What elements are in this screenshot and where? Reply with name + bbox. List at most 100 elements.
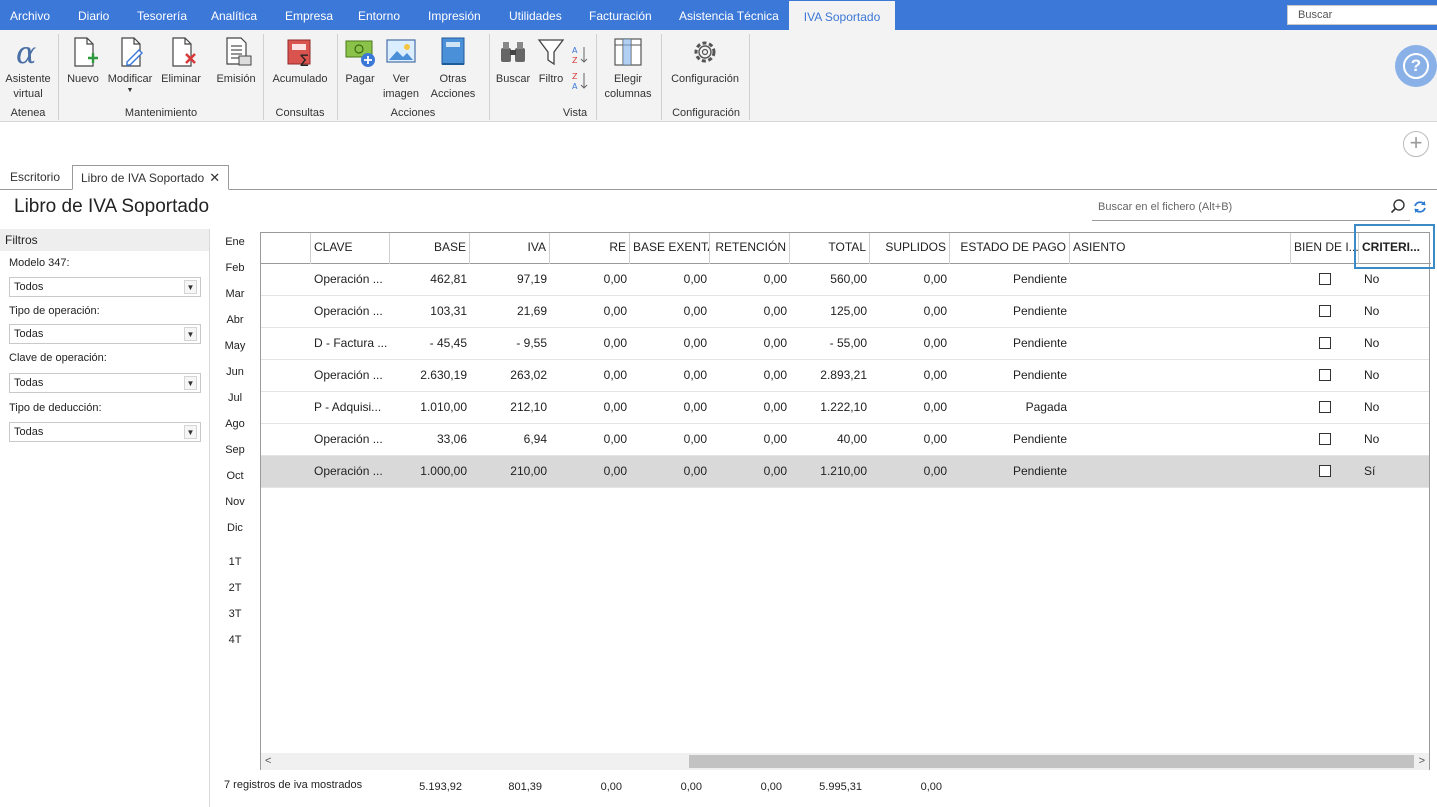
search-icon[interactable]: [1390, 198, 1406, 214]
scroll-left-icon[interactable]: <: [265, 753, 271, 770]
month-mar[interactable]: Mar: [220, 288, 250, 300]
quarter-2t[interactable]: 2T: [220, 582, 250, 594]
top-search-input[interactable]: Buscar: [1287, 5, 1437, 25]
month-may[interactable]: May: [220, 340, 250, 352]
cell-asiento: [1070, 328, 1291, 359]
cell-re: 0,00: [603, 272, 627, 286]
buscar-button[interactable]: Buscar: [494, 36, 532, 87]
eliminar-button[interactable]: Eliminar: [159, 36, 203, 87]
bien-inversion-checkbox[interactable]: [1319, 305, 1331, 317]
tab-escritorio[interactable]: Escritorio: [2, 165, 68, 190]
month-dic[interactable]: Dic: [220, 522, 250, 534]
menu-facturacion[interactable]: Facturación: [589, 0, 652, 30]
cell-asiento: [1070, 264, 1291, 295]
bien-inversion-checkbox[interactable]: [1319, 369, 1331, 381]
close-icon[interactable]: ✕: [209, 170, 220, 185]
modificar-button[interactable]: Modificar ▼: [104, 36, 156, 95]
asistente-virtual-button[interactable]: α Asistente virtual: [2, 36, 54, 102]
sort-az-button[interactable]: A Z: [570, 44, 590, 71]
quarter-1t[interactable]: 1T: [220, 556, 250, 568]
column-header-clave[interactable]: CLAVE: [311, 233, 390, 264]
total-iva: 801,39: [508, 781, 542, 793]
cell-criterio: No: [1364, 336, 1380, 350]
elegir-columnas-button[interactable]: Elegir columnas: [600, 36, 656, 102]
table-row[interactable]: Operación ... 103,31 21,69 0,00 0,00 0,00 125,…: [261, 296, 1429, 328]
clave-operacion-select[interactable]: Todas ▼: [9, 373, 201, 393]
column-header-iva[interactable]: IVA: [470, 233, 550, 264]
table-row[interactable]: Operación ... 33,06 6,94 0,00 0,00 0,00 40,00 0…: [261, 424, 1429, 456]
help-button[interactable]: ?: [1395, 45, 1437, 87]
cell-re: 0,00: [603, 432, 627, 446]
month-ene[interactable]: Ene: [220, 236, 250, 248]
tipo-operacion-label: Tipo de operación:: [9, 305, 100, 317]
filtro-button[interactable]: Filtro: [534, 36, 568, 87]
pagar-button[interactable]: Pagar: [342, 36, 378, 87]
emision-button[interactable]: Emisión: [214, 36, 258, 87]
table-row[interactable]: Operación ... 1.000,00 210,00 0,00 0,00 0,00 1…: [261, 456, 1429, 488]
otras-acciones-button[interactable]: Otras Acciones: [425, 36, 481, 102]
file-search-input[interactable]: Buscar en el fichero (Alt+B): [1092, 196, 1410, 221]
menu-analitica[interactable]: Analítica: [211, 0, 257, 30]
sort-za-button[interactable]: Z A: [570, 70, 590, 97]
add-tab-plus-icon[interactable]: +: [1403, 131, 1429, 157]
scrollbar-thumb[interactable]: [689, 755, 1414, 768]
month-sep[interactable]: Sep: [220, 444, 250, 456]
ver-imagen-label: Ver imagen: [382, 73, 420, 100]
image-icon: [386, 39, 416, 63]
menu-iva-soportado[interactable]: IVA Soportado: [789, 0, 895, 30]
scroll-right-icon[interactable]: >: [1419, 753, 1425, 770]
bien-inversion-checkbox[interactable]: [1319, 433, 1331, 445]
column-header-asiento[interactable]: ASIENTO: [1070, 233, 1291, 264]
column-header-estado-pago[interactable]: ESTADO DE PAGO: [950, 233, 1070, 264]
menu-utilidades[interactable]: Utilidades: [509, 0, 562, 30]
ribbon-separator: [661, 34, 662, 120]
menu-empresa[interactable]: Empresa: [285, 0, 333, 30]
tab-libro-iva-soportado[interactable]: Libro de IVA Soportado ✕: [72, 165, 230, 190]
table-row[interactable]: D - Factura ... - 45,45 - 9,55 0,00 0,00 0,00…: [261, 328, 1429, 360]
refresh-icon[interactable]: [1412, 199, 1428, 215]
bien-inversion-checkbox[interactable]: [1319, 337, 1331, 349]
bien-inversion-checkbox[interactable]: [1319, 401, 1331, 413]
month-abr[interactable]: Abr: [220, 314, 250, 326]
column-header-re[interactable]: RE: [550, 233, 630, 264]
menu-entorno[interactable]: Entorno: [358, 0, 400, 30]
bien-inversion-checkbox[interactable]: [1319, 273, 1331, 285]
month-nov[interactable]: Nov: [220, 496, 250, 508]
menu-diario[interactable]: Diario: [78, 0, 109, 30]
cell-suplidos: 0,00: [923, 336, 947, 350]
nuevo-button[interactable]: Nuevo: [64, 36, 102, 87]
modelo347-select[interactable]: Todos ▼: [9, 277, 201, 297]
column-header-bien-inversion[interactable]: BIEN DE I...: [1291, 233, 1359, 264]
menu-tesoreria[interactable]: Tesorería: [137, 0, 187, 30]
month-jul[interactable]: Jul: [220, 392, 250, 404]
horizontal-scrollbar[interactable]: < >: [261, 753, 1429, 770]
configuracion-label: Configuración: [671, 73, 739, 85]
bien-inversion-checkbox[interactable]: [1319, 465, 1331, 477]
month-jun[interactable]: Jun: [220, 366, 250, 378]
month-feb[interactable]: Feb: [220, 262, 250, 274]
ver-imagen-button[interactable]: Ver imagen: [380, 36, 422, 102]
column-header-suplidos[interactable]: SUPLIDOS: [870, 233, 950, 264]
column-header-base[interactable]: BASE: [390, 233, 470, 264]
cell-clave: Operación ...: [314, 368, 383, 382]
column-header-base-exenta[interactable]: BASE EXENTA: [630, 233, 710, 264]
acumulado-button[interactable]: Σ Acumulado: [268, 36, 332, 87]
cell-estado: Pendiente: [1012, 304, 1067, 318]
menu-archivo[interactable]: Archivo: [10, 0, 50, 30]
month-ago[interactable]: Ago: [220, 418, 250, 430]
table-row[interactable]: Operación ... 2.630,19 263,02 0,00 0,00 0,00 2…: [261, 360, 1429, 392]
tipo-operacion-select[interactable]: Todas ▼: [9, 324, 201, 344]
quarter-4t[interactable]: 4T: [220, 634, 250, 646]
tipo-deduccion-select[interactable]: Todas ▼: [9, 422, 201, 442]
quarter-3t[interactable]: 3T: [220, 608, 250, 620]
table-row[interactable]: Operación ... 462,81 97,19 0,00 0,00 0,00 560,…: [261, 264, 1429, 296]
otras-acciones-label: Otras Acciones: [430, 73, 476, 100]
configuracion-button[interactable]: Configuración: [666, 36, 744, 87]
table-row[interactable]: P - Adquisi... 1.010,00 212,10 0,00 0,00 0,00…: [261, 392, 1429, 424]
filtro-label: Filtro: [538, 73, 564, 85]
month-oct[interactable]: Oct: [220, 470, 250, 482]
menu-impresion[interactable]: Impresión: [428, 0, 481, 30]
column-header-retencion[interactable]: RETENCIÓN: [710, 233, 790, 264]
column-header-total[interactable]: TOTAL: [790, 233, 870, 264]
menu-asistencia-tecnica[interactable]: Asistencia Técnica: [679, 0, 779, 30]
